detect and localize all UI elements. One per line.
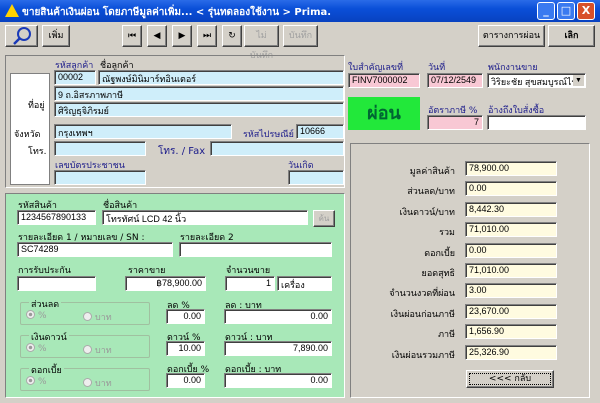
address2-input[interactable]: ศิริญธุจิภิรมย์	[54, 102, 344, 117]
interest-group: ดอกเบี้ย % บาท	[20, 363, 150, 391]
save-button[interactable]: บันทึก	[283, 25, 318, 47]
id-card-input[interactable]	[54, 170, 146, 185]
discount-group-label: ส่วนลด	[29, 297, 62, 311]
salesperson-value: วิริยะชัย สุขสมบูรณ์ไร	[491, 77, 577, 87]
phone-input[interactable]	[54, 141, 146, 156]
summary-value[interactable]: 8,442.30	[465, 201, 557, 217]
discount-baht-radio[interactable]: บาท	[83, 310, 112, 324]
price-input[interactable]: ฿78,900.00	[125, 276, 206, 291]
summary-value[interactable]: 3.00	[465, 283, 557, 299]
customer-code-input[interactable]: 00002	[54, 70, 96, 85]
date-label: วันที่	[428, 63, 446, 73]
qty-input[interactable]: 1	[225, 276, 275, 291]
summary-label: ยอดสุทธิ	[421, 269, 455, 279]
interest-baht-radio[interactable]: บาท	[83, 376, 112, 390]
birthdate-input[interactable]	[288, 170, 344, 185]
down-pct-input[interactable]: 10.00	[166, 341, 205, 356]
down-payment-group: เงินดาวน์ % บาท	[20, 330, 150, 358]
quit-button[interactable]: เลิก	[548, 25, 595, 47]
interest-percent-radio[interactable]: %	[26, 376, 47, 387]
magnifier-icon	[12, 27, 31, 45]
summary-label: จำนวนงวดที่ผ่อน	[389, 289, 455, 300]
fax-label: โทร. / Fax	[158, 146, 206, 157]
search-button[interactable]	[5, 25, 38, 47]
summary-value[interactable]: 0.00	[465, 242, 557, 258]
summary-label: ภาษี	[438, 330, 455, 341]
postal-input[interactable]: 10666	[296, 124, 344, 139]
warranty-label: การรับประกัน	[18, 266, 71, 276]
add-button[interactable]: เพิ่ม	[42, 25, 70, 47]
last-record-button[interactable]: ⏭	[197, 25, 217, 47]
discount-amt-input[interactable]: 0.00	[224, 309, 332, 324]
refresh-button[interactable]: ↻	[222, 25, 242, 47]
customer-name-input[interactable]: ณัฐพงษ์มินิมาร์ทอินเตอร์	[98, 70, 344, 85]
summary-value[interactable]: 71,010.00	[465, 263, 557, 278]
first-record-button[interactable]: ⏮	[122, 25, 142, 47]
postal-label: รหัสไปรษณีย์	[243, 130, 294, 140]
installment-badge: ผ่อน	[348, 97, 420, 130]
salesperson-label: พนักงานขาย	[488, 63, 538, 73]
province-label: จังหวัด	[14, 130, 41, 140]
chevron-down-icon[interactable]: ▼	[573, 75, 584, 86]
summary-label: ดอกเบี้ย	[424, 248, 455, 259]
summary-label: ส่วนลด/บาท	[407, 187, 455, 198]
summary-value[interactable]: 23,670.00	[465, 303, 557, 319]
summary-value[interactable]: 78,900.00	[465, 161, 557, 176]
interest-pct-input[interactable]: 0.00	[166, 373, 205, 388]
address-label: ที่อยู่	[28, 101, 45, 111]
address1-input[interactable]: 9 ถ.อิสรภาพภาษี	[54, 86, 344, 101]
discount-pct-input[interactable]: 0.00	[166, 309, 205, 324]
back-button[interactable]: <<< กลับ	[466, 370, 554, 388]
maximize-button[interactable]: □	[557, 2, 575, 20]
detail1-input[interactable]: SC74289	[17, 242, 173, 257]
summary-label: รวม	[439, 228, 455, 239]
window-title: ขายสินค้าเงินผ่อน โดยภาษีมูลค่าเพิ่ม... …	[22, 7, 332, 18]
phone-label: โทร.	[28, 147, 47, 157]
interest-amt-input[interactable]: 0.00	[224, 373, 332, 388]
discount-group: ส่วนลด % บาท	[20, 297, 150, 325]
product-name-input[interactable]: โทรทัศน์ LCD 42 นิ้ว	[102, 210, 308, 225]
interest-group-label: ดอกเบี้ย	[29, 363, 64, 377]
summary-value[interactable]: 1,656.90	[465, 324, 557, 340]
province-input[interactable]: กรุงเทพฯ	[54, 124, 232, 139]
summary-label: เงินผ่อนก่อนภาษี	[390, 309, 455, 320]
summary-label: เงินดาวน์/บาท	[399, 207, 455, 218]
title-bar: ขายสินค้าเงินผ่อน โดยภาษีมูลค่าเพิ่ม... …	[0, 0, 600, 22]
summary-label: มูลค่าสินค้า	[409, 167, 455, 177]
po-ref-input[interactable]	[487, 115, 586, 130]
salesperson-select[interactable]: วิริยะชัย สุขสมบูรณ์ไร ▼	[487, 73, 586, 88]
down-percent-radio[interactable]: %	[26, 343, 47, 354]
summary-value[interactable]: 71,010.00	[465, 222, 557, 238]
down-payment-group-label: เงินดาวน์	[29, 330, 69, 344]
detail2-input[interactable]	[179, 242, 332, 257]
warranty-input[interactable]	[17, 276, 96, 291]
doc-no-label: ใบสำคัญเลขที่	[348, 63, 404, 73]
product-code-input[interactable]: 1234567890133	[17, 210, 96, 225]
date-input[interactable]: 07/12/2549	[427, 73, 483, 88]
minimize-button[interactable]: _	[537, 2, 555, 20]
installment-schedule-button[interactable]: ตารางการผ่อน	[478, 25, 545, 47]
app-warning-icon	[5, 4, 19, 17]
cancel-button[interactable]: ไม่บันทึก	[244, 25, 279, 61]
tax-rate-input[interactable]: 7	[427, 115, 483, 130]
unit-input[interactable]: เครื่อง	[277, 276, 332, 291]
discount-percent-radio[interactable]: %	[26, 310, 47, 321]
fax-input[interactable]	[210, 141, 344, 156]
prev-record-button[interactable]: ◀	[147, 25, 167, 47]
down-baht-radio[interactable]: บาท	[83, 343, 112, 357]
summary-value[interactable]: 0.00	[465, 181, 557, 197]
down-amt-input[interactable]: 7,890.00	[224, 341, 332, 356]
price-label: ราคาขาย	[128, 266, 166, 276]
doc-no-input[interactable]: FINV7000002	[348, 73, 420, 88]
qty-label: จำนวนขาย	[226, 266, 271, 276]
next-record-button[interactable]: ▶	[172, 25, 192, 47]
product-search-button[interactable]: ค้น	[313, 210, 335, 227]
summary-label: เงินผ่อนรวมภาษี	[391, 350, 455, 361]
summary-value[interactable]: 25,326.90	[465, 344, 557, 360]
close-button[interactable]: X	[577, 2, 595, 20]
